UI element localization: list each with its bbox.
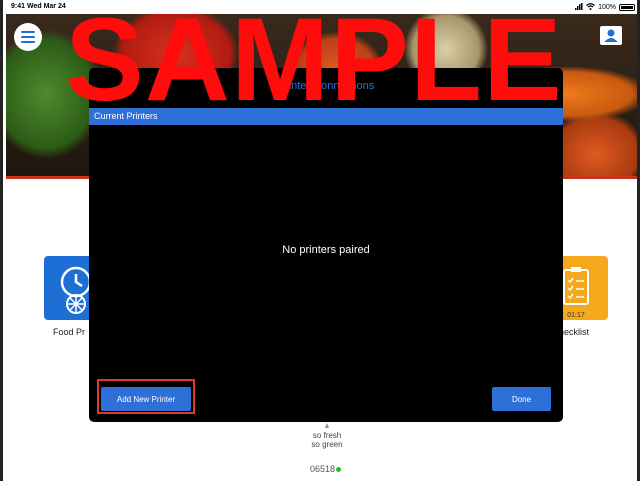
leaf-icon [325, 423, 329, 428]
menu-button[interactable] [14, 23, 42, 51]
sample-watermark: SAMPLE [65, 0, 563, 126]
status-indicators: 100% [575, 3, 635, 12]
battery-percent: 100% [598, 4, 616, 11]
food-prep-label: Food Pr [53, 327, 86, 337]
checklist-time: 01:17 [567, 312, 585, 319]
online-status-dot [336, 467, 342, 473]
app-screen: 9:41 Wed Mar 24 100% Food Pr 01:17 heckl… [0, 0, 640, 481]
battery-icon [619, 4, 635, 11]
status-time: 9:41 Wed Mar 24 [11, 3, 66, 10]
hamburger-icon [21, 31, 35, 33]
logo-line-2: so green [311, 440, 343, 449]
brand-logo: so fresh so green [303, 422, 351, 449]
signal-icon [575, 3, 583, 12]
done-button[interactable]: Done [492, 387, 551, 411]
checklist-label: hecklist [559, 327, 590, 337]
logo-line-1: so fresh [312, 431, 342, 440]
add-new-printer-button[interactable]: Add New Printer [101, 387, 191, 411]
empty-state-message: No printers paired [282, 244, 370, 256]
user-button[interactable] [600, 26, 622, 45]
wifi-icon [586, 3, 595, 12]
user-icon [604, 29, 618, 42]
store-code: 06518 [310, 464, 342, 474]
